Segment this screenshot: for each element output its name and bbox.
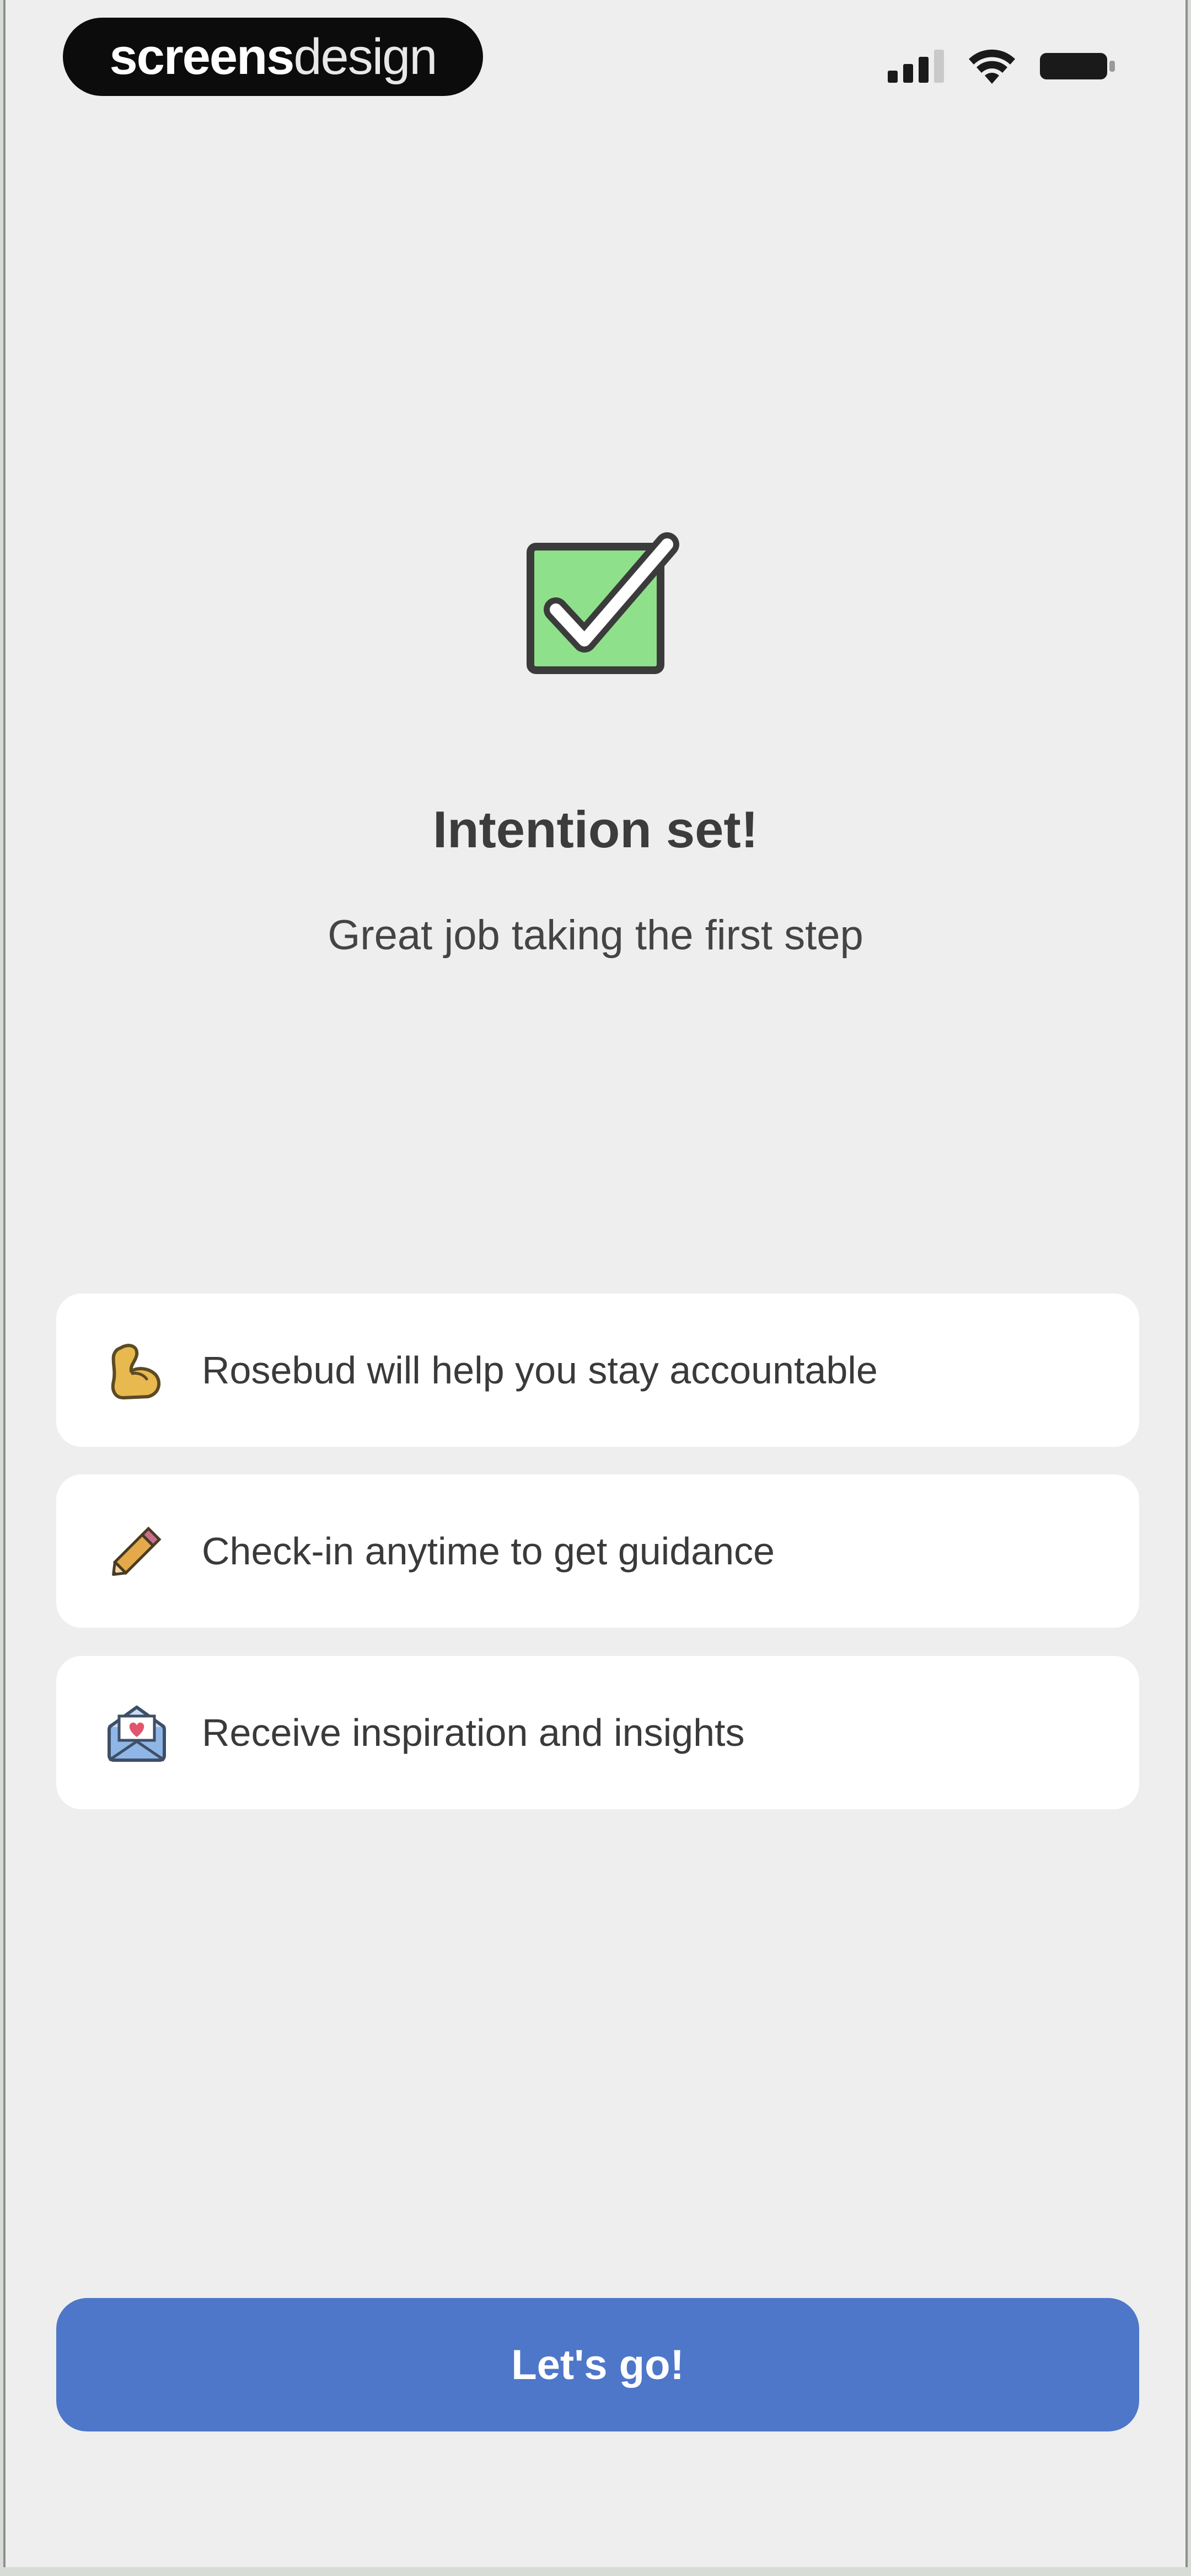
feature-card-inspiration: Receive inspiration and insights	[56, 1656, 1139, 1809]
feature-label: Check-in anytime to get guidance	[202, 1530, 775, 1573]
feature-label: Rosebud will help you stay accountable	[202, 1349, 878, 1392]
wifi-icon	[969, 49, 1015, 84]
flexed-biceps-icon	[104, 1337, 170, 1403]
brand-part-2: design	[293, 28, 437, 85]
pencil-icon	[104, 1518, 170, 1584]
feature-card-accountable: Rosebud will help you stay accountable	[56, 1294, 1139, 1447]
signal-icon	[888, 50, 944, 83]
brand-part-1: screens	[109, 28, 295, 85]
check-box-icon	[527, 532, 679, 674]
feature-card-check-in: Check-in anytime to get guidance	[56, 1474, 1139, 1628]
app-screen: screens design Intention set! Great job t…	[3, 0, 1188, 2567]
battery-icon	[1040, 53, 1115, 79]
envelope-heart-icon	[104, 1699, 170, 1766]
lets-go-button[interactable]: Let's go!	[56, 2298, 1139, 2431]
feature-label: Receive inspiration and insights	[202, 1711, 745, 1754]
page-subtitle: Great job taking the first step	[328, 912, 863, 959]
status-bar-icons	[888, 39, 1116, 94]
page-title: Intention set!	[432, 800, 759, 858]
brand-watermark: screens design	[63, 18, 483, 96]
